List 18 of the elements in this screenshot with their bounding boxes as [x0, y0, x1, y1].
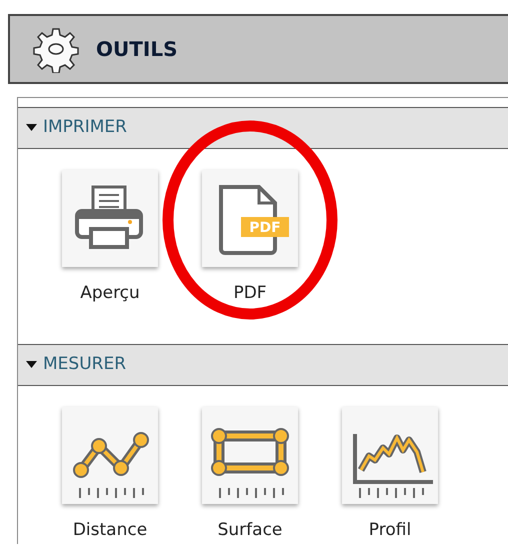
tool-button[interactable]: Aperçu [62, 170, 158, 335]
tool-button[interactable]: PDF PDF [202, 170, 298, 335]
section-title: MESURER [43, 353, 126, 376]
section-header[interactable]: MESURER [18, 344, 508, 386]
tool-label: Profil [368, 519, 412, 542]
caret-down-icon [26, 361, 37, 369]
tool-button[interactable]: Distance [62, 407, 158, 544]
tool-button[interactable]: Profil [342, 407, 438, 544]
tool-button[interactable]: Surface [202, 407, 298, 544]
panel-title: OUTILS [96, 36, 178, 63]
tool-label: Surface [218, 519, 282, 542]
section-title: IMPRIMER [43, 116, 127, 140]
icon-caption: PDF [249, 220, 281, 236]
tool-label: Aperçu [80, 282, 140, 305]
tool-label: PDF [233, 282, 267, 305]
caret-down-icon [26, 124, 37, 132]
section-header[interactable]: IMPRIMER [18, 107, 508, 149]
tool-label: Distance [72, 519, 148, 542]
